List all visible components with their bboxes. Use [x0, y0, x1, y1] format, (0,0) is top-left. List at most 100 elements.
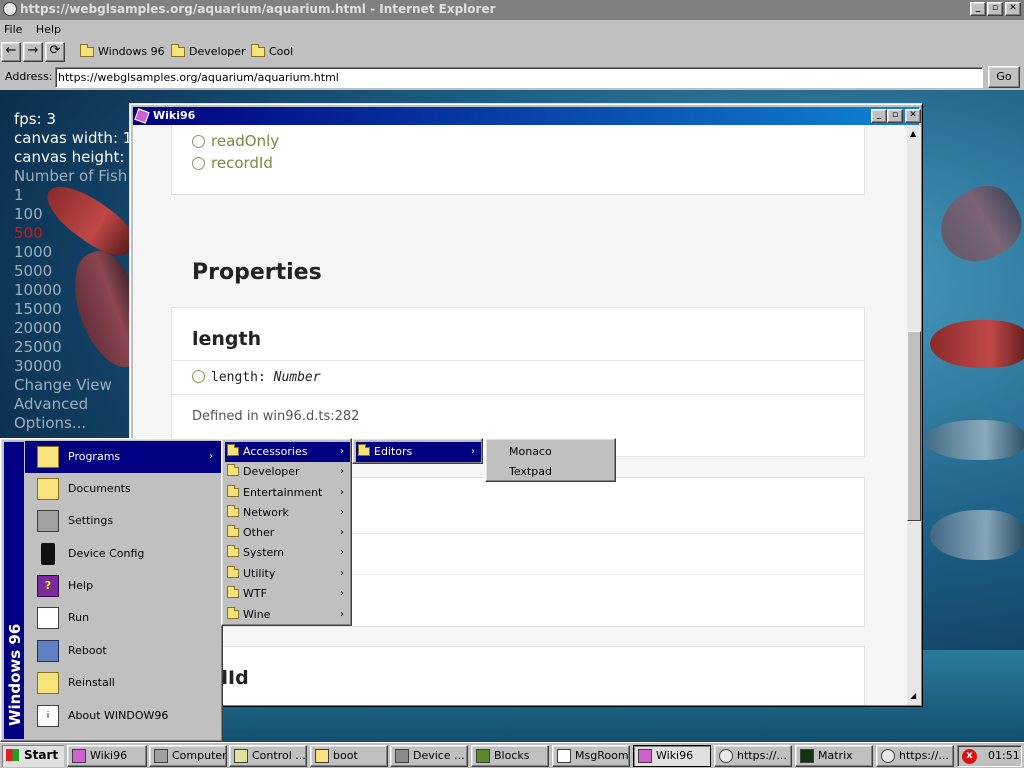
browser-menubar: File Help — [0, 20, 1024, 40]
wiki-maximize-button[interactable]: ▫ — [887, 109, 903, 123]
property-card-length: length length: Number Defined in win96.d… — [171, 307, 865, 457]
fish-count-option[interactable]: 1000 — [14, 243, 139, 262]
fish-count-option[interactable]: 100 — [14, 205, 139, 224]
submenu-item-label: WTF — [243, 587, 267, 600]
canvas-width-readout: canvas width: 1 — [14, 129, 133, 147]
task-blocks[interactable]: Blocks — [471, 745, 549, 767]
start-item-label: Run — [68, 611, 90, 624]
control-panel-icon — [234, 749, 248, 763]
favorite-cool[interactable]: Cool — [249, 44, 293, 60]
minimize-button[interactable]: _ — [970, 2, 986, 16]
submenu-item-editors[interactable]: Editors › — [356, 442, 481, 462]
task-https-2[interactable]: https://... — [876, 745, 954, 767]
submenu-item-developer[interactable]: Developer › — [225, 462, 350, 482]
submenu-item-network[interactable]: Network › — [225, 503, 350, 523]
change-view-option[interactable]: Change View — [14, 376, 139, 395]
submenu-item-system[interactable]: System › — [225, 543, 350, 563]
submenu-item-textpad[interactable]: Textpad — [489, 462, 614, 482]
programs-icon — [37, 446, 59, 468]
start-item-documents[interactable]: Documents — [25, 473, 221, 505]
scroll-up-arrow-icon[interactable]: ▲ — [910, 129, 916, 138]
resize-grip-icon[interactable]: ◢ — [910, 691, 916, 700]
submenu-item-entertainment[interactable]: Entertainment › — [225, 483, 350, 503]
fish-count-option[interactable]: 5000 — [14, 262, 139, 281]
options-option[interactable]: Options... — [14, 414, 139, 433]
favorite-developer[interactable]: Developer — [169, 44, 246, 60]
fish-count-option[interactable]: 20000 — [14, 319, 139, 338]
error-icon[interactable]: x — [962, 749, 977, 764]
favorite-windows96[interactable]: Windows 96 — [78, 44, 165, 60]
submenu-arrow-icon: › — [340, 609, 344, 620]
fish-count-option[interactable]: 15000 — [14, 300, 139, 319]
properties-heading: Properties — [192, 260, 322, 285]
fish-count-option[interactable]: 1 — [14, 186, 139, 205]
defined-in[interactable]: Defined in win96.d.ts:282 — [172, 395, 864, 424]
fish-count-option[interactable]: 10000 — [14, 281, 139, 300]
back-button[interactable]: ← — [1, 42, 21, 62]
close-button[interactable]: ✕ — [1005, 2, 1021, 16]
maximize-button[interactable]: ▫ — [987, 2, 1003, 16]
submenu-item-wine[interactable]: Wine › — [225, 605, 350, 625]
index-item-readonly[interactable]: readOnly — [172, 125, 864, 152]
clock[interactable]: 01:51 — [988, 749, 1020, 762]
submenu-item-other[interactable]: Other › — [225, 523, 350, 543]
task-boot[interactable]: boot — [310, 745, 388, 767]
submenu-item-utility[interactable]: Utility › — [225, 564, 350, 584]
go-button[interactable]: Go — [988, 66, 1020, 88]
task-label: Wiki96 — [656, 749, 694, 762]
start-item-help[interactable]: ? Help — [25, 570, 221, 602]
advanced-option[interactable]: Advanced — [14, 395, 139, 414]
task-computer[interactable]: Computer — [149, 745, 227, 767]
run-icon — [37, 607, 59, 629]
start-button[interactable]: Start — [2, 745, 64, 767]
task-wiki96-active[interactable]: Wiki96 — [633, 745, 711, 767]
task-wiki96[interactable]: Wiki96 — [67, 745, 147, 767]
task-msgroom[interactable]: MsgRoom — [552, 745, 630, 767]
menu-file[interactable]: File — [4, 23, 22, 36]
submenu-item-wtf[interactable]: WTF › — [225, 584, 350, 604]
start-item-device-config[interactable]: Device Config — [25, 538, 221, 570]
wiki96-title-bar[interactable]: Wiki96 _ ▫ ✕ — [133, 107, 921, 125]
wiki-close-button[interactable]: ✕ — [905, 109, 921, 123]
start-item-about[interactable]: i About WINDOW96 — [25, 700, 221, 732]
forward-button[interactable]: → — [23, 42, 43, 62]
wiki96-app-icon — [134, 108, 150, 124]
device-icon — [395, 749, 409, 763]
task-matrix[interactable]: Matrix — [795, 745, 873, 767]
wiki-minimize-button[interactable]: _ — [871, 109, 887, 123]
circle-icon — [192, 370, 205, 383]
index-item-recordid[interactable]: recordId — [172, 152, 864, 174]
fish — [925, 420, 1024, 460]
start-item-run[interactable]: Run — [25, 602, 221, 634]
favorite-label: Developer — [189, 45, 246, 58]
start-item-programs[interactable]: Programs › — [25, 441, 221, 473]
fish — [930, 320, 1024, 368]
submenu-item-label: Network — [243, 506, 289, 519]
address-input[interactable]: https://webglsamples.org/aquarium/aquari… — [55, 67, 983, 88]
start-item-settings[interactable]: Settings — [25, 505, 221, 537]
fish-count-option-selected[interactable]: 500 — [14, 224, 139, 243]
task-device[interactable]: Device ... — [390, 745, 468, 767]
start-item-reinstall[interactable]: Reinstall — [25, 667, 221, 699]
submenu-item-label: Utility — [243, 567, 276, 580]
refresh-button[interactable]: ⟳ — [45, 42, 65, 62]
blocks-icon — [476, 749, 490, 763]
scrollbar-thumb[interactable] — [907, 331, 921, 521]
submenu-item-monaco[interactable]: Monaco — [489, 442, 614, 462]
task-control[interactable]: Control ... — [229, 745, 307, 767]
submenu-item-accessories[interactable]: Accessories › — [225, 442, 350, 462]
menu-help[interactable]: Help — [36, 23, 61, 36]
start-item-reboot[interactable]: Reboot — [25, 635, 221, 667]
matrix-icon — [800, 749, 814, 763]
task-https-1[interactable]: https://... — [714, 745, 792, 767]
reboot-icon — [37, 640, 59, 662]
wiki-scrollbar[interactable]: ▲ ◢ — [907, 125, 921, 705]
fish-count-option[interactable]: 25000 — [14, 338, 139, 357]
task-label: MsgRoom — [575, 749, 629, 762]
task-label: Computer — [172, 749, 227, 762]
submenu-item-label: Entertainment — [243, 486, 323, 499]
fish-count-option[interactable]: 30000 — [14, 357, 139, 376]
submenu-arrow-icon: › — [340, 446, 344, 457]
task-label: Device ... — [413, 749, 465, 762]
start-item-label: Reinstall — [68, 676, 115, 689]
